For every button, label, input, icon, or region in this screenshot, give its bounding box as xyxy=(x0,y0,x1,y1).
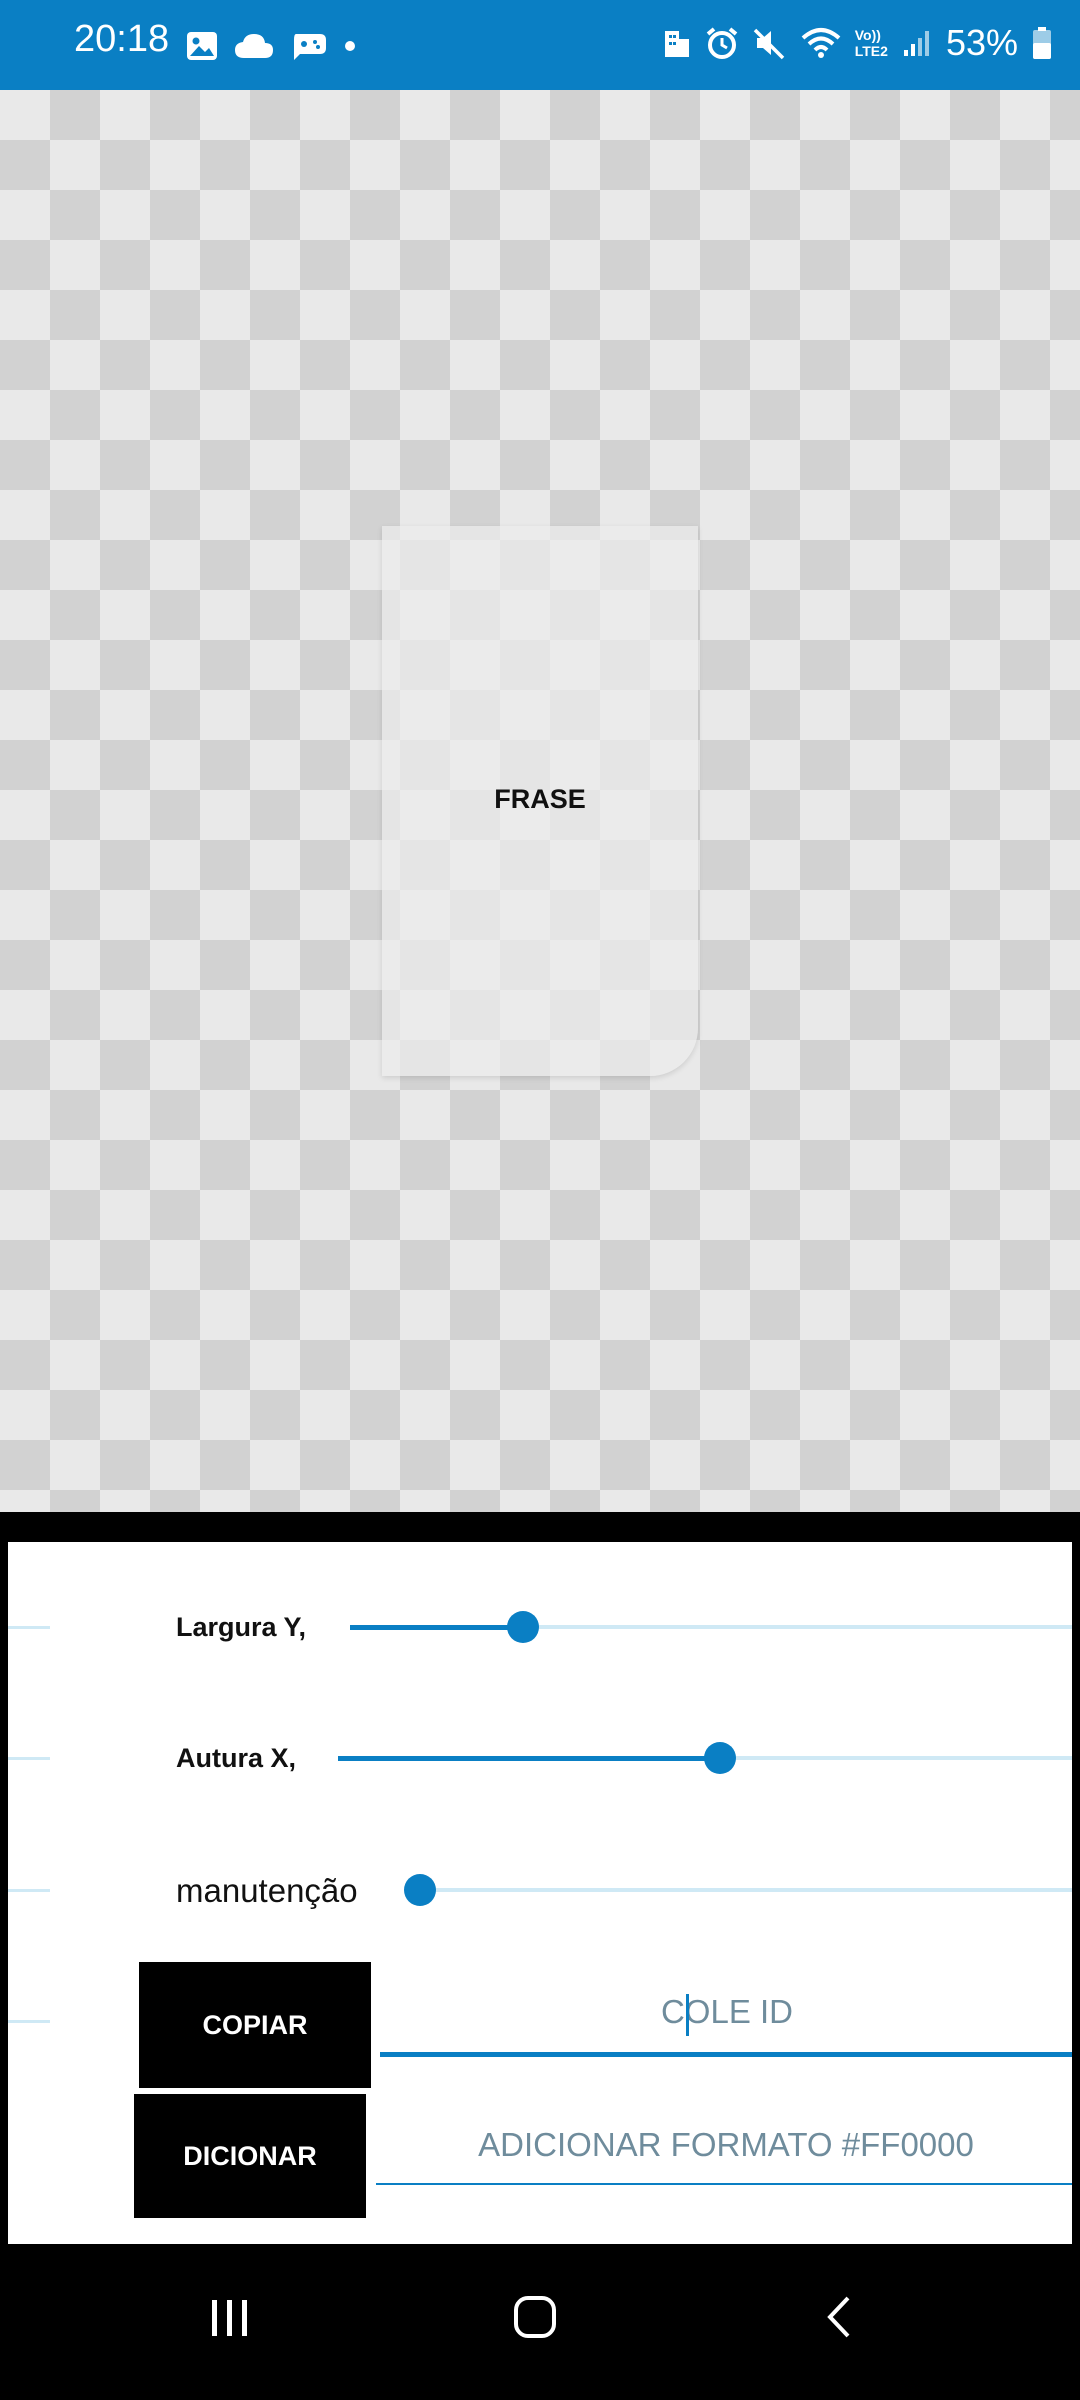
signal-icon xyxy=(903,31,929,56)
game-icon xyxy=(294,34,326,60)
edge-tick xyxy=(8,1757,50,1760)
status-time: 20:18 xyxy=(74,18,170,60)
mute-icon xyxy=(753,28,784,60)
phrase-card[interactable]: FRASE xyxy=(382,526,698,1076)
navigation-bar xyxy=(0,2244,1080,2400)
status-bar: 20:18 Vo)) LTE2 53% xyxy=(0,0,1080,90)
format-underline xyxy=(376,2183,1072,2185)
status-left-icons xyxy=(186,30,356,62)
format-input[interactable]: ADICIONAR FORMATO #FF0000 xyxy=(380,2126,1072,2164)
edge-tick xyxy=(8,1626,50,1629)
slider-thumb[interactable] xyxy=(507,1611,540,1643)
add-format-button[interactable]: DICIONAR xyxy=(134,2094,366,2218)
paste-id-underline xyxy=(380,2052,1072,2057)
copy-button[interactable]: COPIAR xyxy=(139,1962,371,2088)
status-right-icons: Vo)) LTE2 53% xyxy=(663,22,1052,64)
volte-icon: Vo)) LTE2 xyxy=(855,27,888,59)
phrase-label: FRASE xyxy=(494,784,586,814)
slider-thumb[interactable] xyxy=(703,1742,736,1774)
dot-icon xyxy=(345,41,355,51)
width-slider-label: Largura Y, xyxy=(176,1612,307,1642)
back-icon[interactable] xyxy=(822,2294,856,2340)
slider-thumb[interactable] xyxy=(404,1874,436,1906)
slider-track xyxy=(420,1888,1072,1892)
height-slider-label: Autura X, xyxy=(176,1743,297,1773)
cloud-icon xyxy=(235,34,273,58)
recents-icon[interactable] xyxy=(208,2296,252,2340)
text-caret xyxy=(686,1994,689,2036)
alarm-icon xyxy=(706,27,738,59)
edge-tick xyxy=(8,2020,50,2023)
preview-canvas[interactable]: FRASE xyxy=(0,90,1080,1512)
volte-label: Vo)) xyxy=(854,27,881,43)
building-icon xyxy=(664,31,689,57)
wifi-icon xyxy=(801,28,841,58)
edge-tick xyxy=(8,1889,50,1892)
battery-percent: 53% xyxy=(945,22,1018,63)
home-icon[interactable] xyxy=(512,2294,558,2340)
battery-icon xyxy=(1033,27,1051,59)
slider-fill xyxy=(338,1756,720,1761)
controls-panel: Largura Y, Autura X, manutenção COPIAR C… xyxy=(8,1542,1072,2244)
slider-fill xyxy=(350,1625,524,1630)
lte-label: LTE2 xyxy=(854,43,888,59)
maintenance-slider-label: manutenção xyxy=(176,1872,358,1909)
gallery-icon xyxy=(187,32,217,60)
paste-id-input[interactable]: COLE ID xyxy=(382,1993,1072,2031)
